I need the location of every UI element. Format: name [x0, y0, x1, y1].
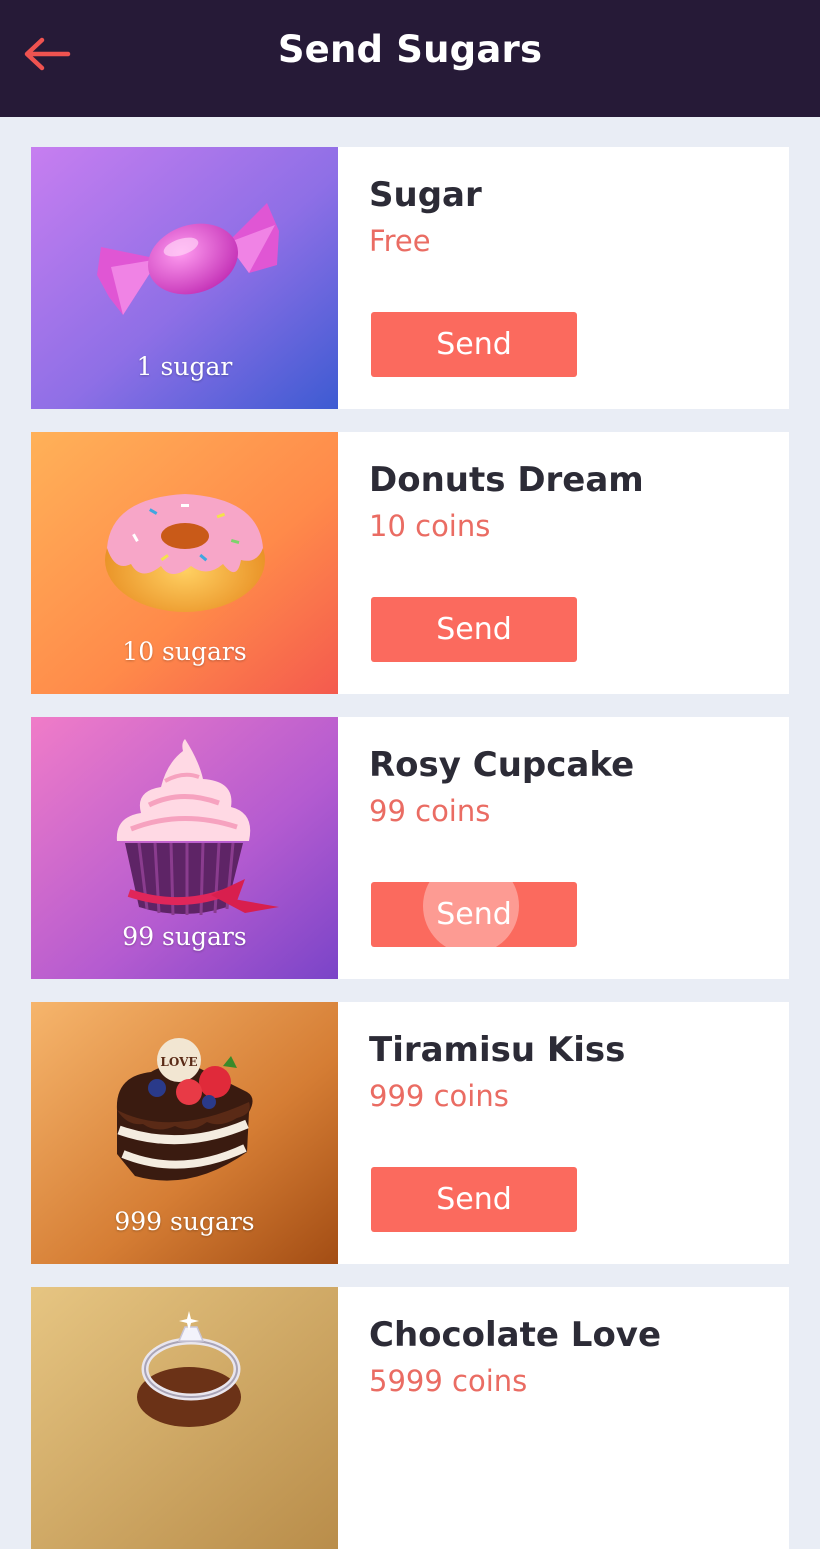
- gift-image: 1 sugar: [31, 147, 338, 409]
- gift-quantity: 1 sugar: [136, 352, 233, 381]
- send-button[interactable]: Send: [371, 312, 577, 377]
- gift-price: 5999 coins: [369, 1364, 528, 1398]
- gift-card-donuts-dream: 10 sugars Donuts Dream 10 coins Send: [31, 432, 789, 694]
- gift-image: 10 sugars: [31, 432, 338, 694]
- gift-image: [31, 1287, 338, 1549]
- gift-price: 999 coins: [369, 1079, 509, 1113]
- gift-quantity: 10 sugars: [122, 637, 247, 666]
- gift-name: Donuts Dream: [369, 460, 644, 500]
- send-button[interactable]: Send: [371, 597, 577, 662]
- gift-name: Sugar: [369, 175, 482, 215]
- gift-card-chocolate-love: Chocolate Love 5999 coins: [31, 1287, 789, 1549]
- app-header: Send Sugars: [0, 0, 820, 117]
- gift-image: 99 sugars: [31, 717, 338, 979]
- gift-card-sugar: 1 sugar Sugar Free Send: [31, 147, 789, 409]
- gift-price: 99 coins: [369, 794, 491, 828]
- gift-card-rosy-cupcake: 99 sugars Rosy Cupcake 99 coins Send: [31, 717, 789, 979]
- page-title: Send Sugars: [277, 28, 543, 71]
- gift-quantity: 99 sugars: [122, 922, 247, 951]
- gift-name: Tiramisu Kiss: [369, 1030, 626, 1070]
- gift-image: LOVE 999 sugars: [31, 1002, 338, 1264]
- donut-icon: [105, 494, 265, 612]
- gift-name: Chocolate Love: [369, 1315, 662, 1355]
- send-button[interactable]: Send: [371, 1167, 577, 1232]
- gift-price: Free: [369, 224, 431, 258]
- send-button[interactable]: Send: [371, 882, 577, 947]
- gift-price: 10 coins: [369, 509, 491, 543]
- svg-text:LOVE: LOVE: [160, 1055, 197, 1069]
- gift-quantity: 999 sugars: [114, 1207, 255, 1236]
- gift-card-tiramisu-kiss: LOVE 999 sugars Tiramisu Kiss 999 coins …: [31, 1002, 789, 1264]
- gift-name: Rosy Cupcake: [369, 745, 635, 785]
- send-button-label: Send: [436, 897, 512, 932]
